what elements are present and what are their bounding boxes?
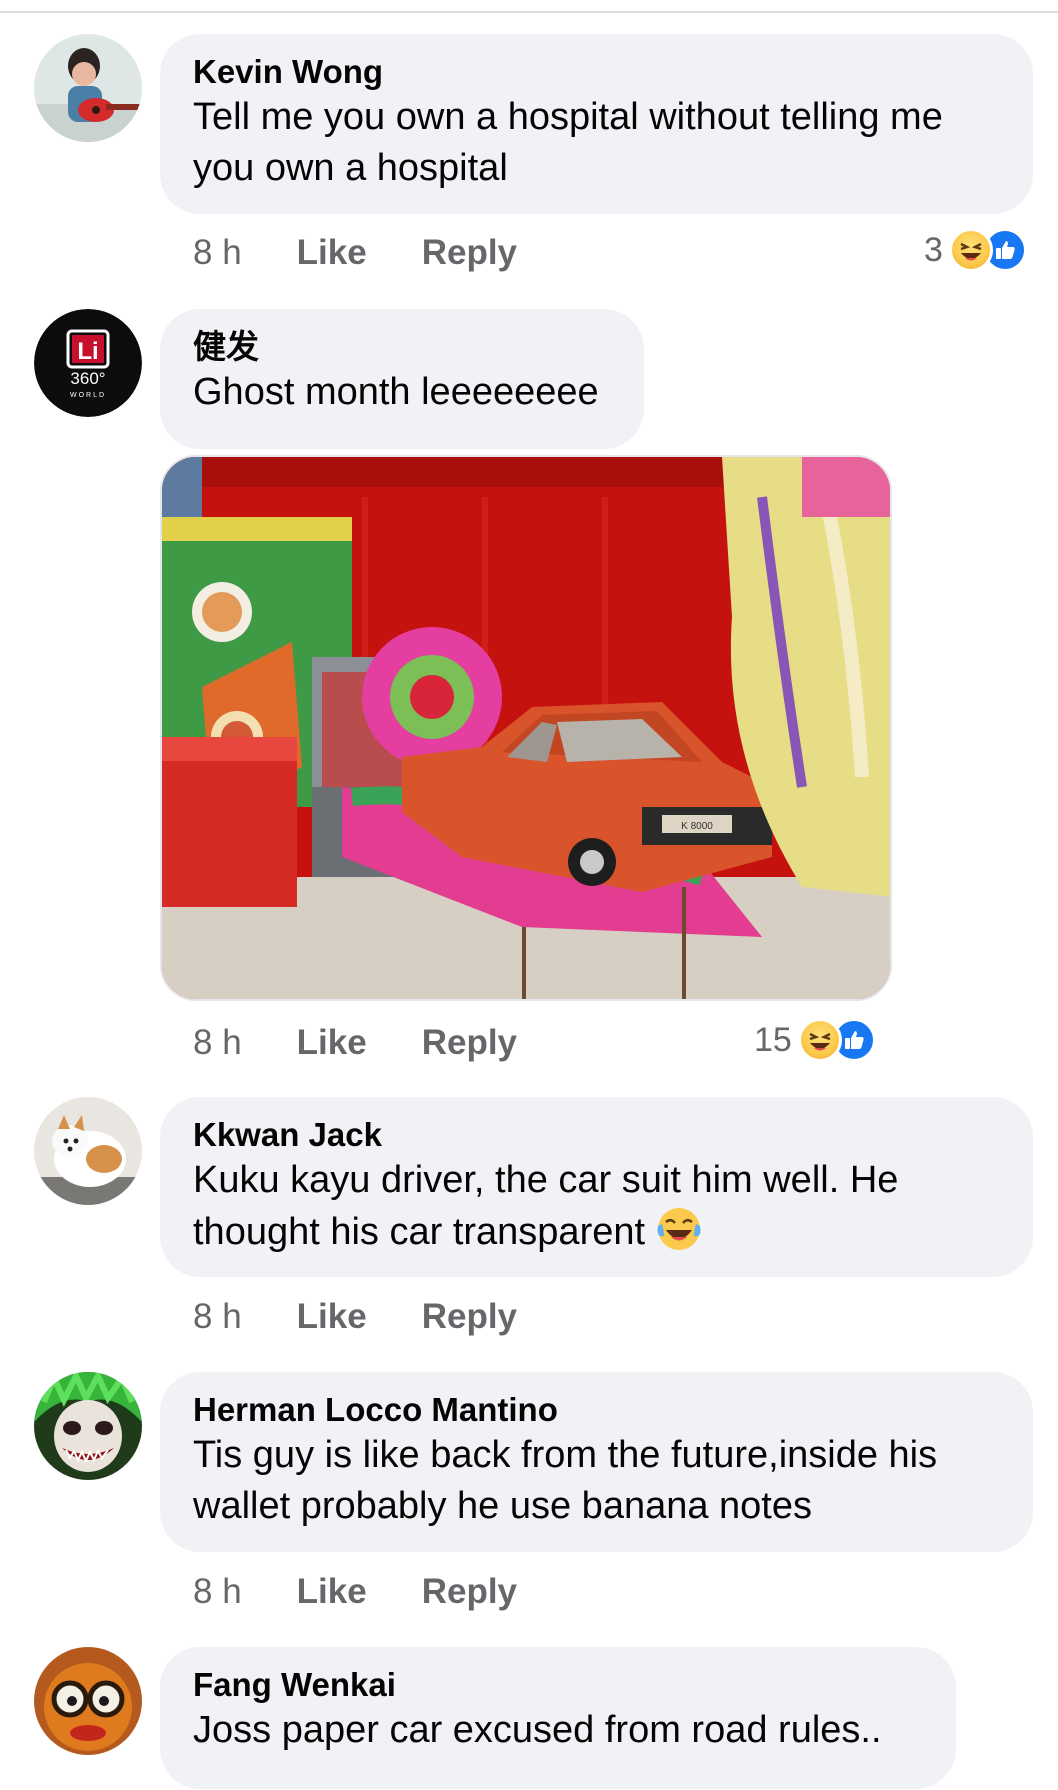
avatar[interactable] bbox=[34, 1647, 142, 1755]
comment-photo[interactable]: K 8000 bbox=[160, 455, 892, 1001]
top-divider bbox=[0, 11, 1058, 13]
comment-text: Joss paper car excused from road rules.. bbox=[193, 1709, 882, 1751]
comment-actions: 8 h Like Reply bbox=[193, 231, 517, 275]
comment-author[interactable]: 健发 bbox=[193, 327, 612, 367]
comment-author[interactable]: Fang Wenkai bbox=[193, 1665, 924, 1705]
comment-text-line: thought his car transparent bbox=[193, 1211, 646, 1253]
comment-time[interactable]: 8 h bbox=[193, 1023, 242, 1063]
comment-author[interactable]: Kevin Wong bbox=[193, 52, 1001, 92]
haha-reaction-icon bbox=[948, 228, 993, 272]
comment-actions: 8 h Like Reply bbox=[193, 1295, 517, 1339]
comment-time[interactable]: 8 h bbox=[193, 233, 242, 273]
reply-button[interactable]: Reply bbox=[422, 1297, 517, 1337]
logo-world-text: WORLD bbox=[70, 392, 106, 399]
comment-text-line-with-emoji: thought his car transparent bbox=[193, 1206, 1001, 1266]
comment-text-line: Kuku kayu driver, the car suit him well.… bbox=[193, 1159, 899, 1201]
comment-actions: 8 h Like Reply bbox=[193, 1021, 517, 1065]
comment-bubble: Kkwan Jack Kuku kayu driver, the car sui… bbox=[160, 1097, 1033, 1277]
comment-bubble: Fang Wenkai Joss paper car excused from … bbox=[160, 1647, 956, 1789]
comment-time[interactable]: 8 h bbox=[193, 1572, 242, 1612]
reaction-count: 15 bbox=[754, 1020, 792, 1059]
reaction-summary[interactable]: 15 bbox=[754, 1016, 876, 1064]
comment-text: Tis guy is like back from the future,ins… bbox=[193, 1434, 938, 1527]
avatar[interactable] bbox=[34, 34, 142, 142]
like-button[interactable]: Like bbox=[297, 1023, 367, 1063]
avatar[interactable] bbox=[34, 1372, 142, 1480]
reaction-count: 3 bbox=[924, 230, 943, 269]
avatar[interactable]: Li 360° WORLD bbox=[34, 309, 142, 417]
comment-text: Tell me you own a hospital without telli… bbox=[193, 96, 943, 189]
license-plate: K 8000 bbox=[681, 821, 713, 832]
haha-reaction-icon bbox=[797, 1018, 842, 1062]
comment-bubble: Herman Locco Mantino Tis guy is like bac… bbox=[160, 1372, 1033, 1552]
like-button[interactable]: Like bbox=[297, 233, 367, 273]
comment-bubble: 健发 Ghost month leeeeeeee bbox=[160, 309, 644, 449]
tears-of-joy-emoji-icon bbox=[656, 1206, 702, 1266]
reply-button[interactable]: Reply bbox=[422, 1572, 517, 1612]
comment-text: Kuku kayu driver, the car suit him well.… bbox=[193, 1155, 1001, 1266]
like-button[interactable]: Like bbox=[297, 1297, 367, 1337]
logo-text: Li bbox=[77, 338, 98, 365]
reply-button[interactable]: Reply bbox=[422, 1023, 517, 1063]
comment-author[interactable]: Kkwan Jack bbox=[193, 1115, 1001, 1155]
comment-actions: 8 h Like Reply bbox=[193, 1570, 517, 1614]
comment-bubble: Kevin Wong Tell me you own a hospital wi… bbox=[160, 34, 1033, 214]
reply-button[interactable]: Reply bbox=[422, 233, 517, 273]
comment-author[interactable]: Herman Locco Mantino bbox=[193, 1390, 1001, 1430]
comment-time[interactable]: 8 h bbox=[193, 1297, 242, 1337]
avatar[interactable] bbox=[34, 1097, 142, 1205]
comment-text: Ghost month leeeeeeee bbox=[193, 371, 599, 413]
logo-subtext: 360° bbox=[70, 369, 105, 388]
reaction-summary[interactable]: 3 bbox=[924, 226, 1027, 274]
like-button[interactable]: Like bbox=[297, 1572, 367, 1612]
